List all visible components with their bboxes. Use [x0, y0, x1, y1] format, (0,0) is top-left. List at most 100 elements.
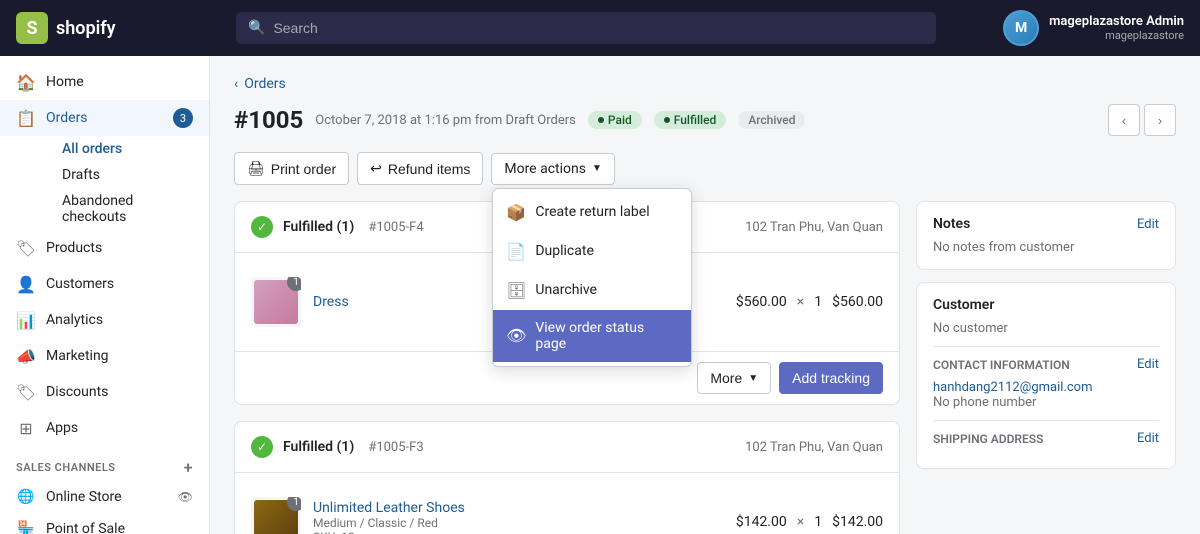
sidebar-item-pos[interactable]: 🏪 Point of Sale: [0, 513, 209, 534]
sidebar-label: Marketing: [46, 348, 109, 364]
fulfillment-2-id: #1005-F3: [368, 440, 423, 455]
user-name: mageplazastore Admin: [1049, 14, 1184, 29]
shopify-brand-name: shopify: [56, 18, 116, 39]
fulfilled-badge: Fulfilled: [654, 111, 727, 129]
item-details: Unlimited Leather Shoes Medium / Classic…: [313, 500, 465, 534]
add-sales-channel-icon[interactable]: +: [184, 458, 193, 477]
home-icon: 🏠: [16, 72, 36, 92]
item-price: $142.00: [736, 514, 787, 530]
notes-title: Notes: [933, 216, 970, 232]
sidebar-nav: 🏠 Home 📋 Orders 3 All orders Drafts Aban…: [0, 56, 209, 534]
refund-icon: ↩: [370, 160, 382, 177]
contact-phone: No phone number: [933, 395, 1159, 410]
sidebar-item-discounts[interactable]: 🏷 Discounts: [0, 374, 209, 410]
fulfillment-2-status: Fulfilled (1): [283, 439, 354, 455]
more-actions-button[interactable]: More actions ▼ 📦 Create return label 📄 D…: [491, 153, 615, 185]
create-return-label-item[interactable]: 📦 Create return label: [493, 193, 691, 232]
contact-info-section: hanhdang2112@gmail.com No phone number: [933, 380, 1159, 410]
sidebar-label: Apps: [46, 420, 78, 436]
refund-items-button[interactable]: ↩ Refund items: [357, 152, 483, 185]
return-label-icon: 📦: [507, 203, 525, 222]
breadcrumb[interactable]: ‹ Orders: [234, 76, 1176, 92]
nav-arrows: ‹ ›: [1108, 104, 1176, 136]
print-order-button[interactable]: 🖨 Print order: [234, 152, 349, 185]
orders-badge: 3: [173, 108, 193, 128]
sidebar-sub-item-drafts[interactable]: Drafts: [46, 162, 209, 188]
fulfillment-1-address: 102 Tran Phu, Van Quan: [745, 220, 883, 235]
customer-card: Customer No customer CONTACT INFORMATION…: [916, 282, 1176, 469]
right-panel: Notes Edit No notes from customer Custom…: [916, 201, 1176, 534]
contact-info-edit-button[interactable]: Edit: [1137, 357, 1159, 372]
sidebar-label: Home: [46, 74, 84, 90]
customer-title: Customer: [933, 297, 994, 313]
search-icon: 🔍: [248, 20, 265, 36]
item-name[interactable]: Dress: [313, 294, 349, 310]
item-multiplier: ×: [797, 294, 804, 310]
divider: [933, 346, 1159, 347]
fulfillment-1-status: Fulfilled (1): [283, 219, 354, 235]
avatar: M: [1003, 10, 1039, 46]
unarchive-item[interactable]: 🗄 Unarchive: [493, 271, 691, 310]
fulfillment-card-2-body: 1 Unlimited Leather Shoes Medium / Class…: [235, 473, 899, 534]
search-input[interactable]: [273, 20, 924, 36]
action-bar: 🖨 Print order ↩ Refund items More action…: [234, 152, 1176, 185]
apps-icon: ⊞: [16, 418, 36, 438]
orders-icon: 📋: [16, 108, 36, 128]
item-variant: Medium / Classic / Red: [313, 516, 465, 530]
user-info: mageplazastore Admin mageplazastore: [1049, 14, 1184, 42]
sidebar-item-analytics[interactable]: 📊 Analytics: [0, 302, 209, 338]
channel-label: Online Store: [46, 489, 168, 505]
item-price: $560.00: [736, 294, 787, 310]
sidebar-label: Discounts: [46, 384, 108, 400]
fulfillment-card-2: ✓ Fulfilled (1) #1005-F3 102 Tran Phu, V…: [234, 421, 900, 534]
analytics-icon: 📊: [16, 310, 36, 330]
add-tracking-button[interactable]: Add tracking: [779, 362, 883, 394]
print-icon: 🖨: [247, 160, 265, 177]
more-actions-dropdown: 📦 Create return label 📄 Duplicate 🗄 Unar…: [492, 188, 692, 367]
user-area: M mageplazastore Admin mageplazastore: [1003, 10, 1184, 46]
prev-order-button[interactable]: ‹: [1108, 104, 1140, 136]
sidebar: 🏠 Home 📋 Orders 3 All orders Drafts Aban…: [0, 56, 210, 534]
channel-label: Point of Sale: [46, 521, 193, 534]
next-order-button[interactable]: ›: [1144, 104, 1176, 136]
view-status-icon: 👁: [507, 326, 525, 345]
item-qty: 1: [814, 294, 822, 310]
contact-email[interactable]: hanhdang2112@gmail.com: [933, 380, 1159, 395]
breadcrumb-label: Orders: [244, 76, 286, 92]
online-store-icon: 🌐: [16, 487, 36, 507]
sidebar-item-online-store[interactable]: 🌐 Online Store 👁: [0, 481, 209, 513]
eye-icon: 👁: [178, 490, 193, 504]
products-icon: 🏷: [16, 238, 36, 258]
archived-badge: Archived: [738, 111, 805, 129]
duplicate-item[interactable]: 📄 Duplicate: [493, 232, 691, 271]
shipping-address-title: SHIPPING ADDRESS: [933, 432, 1043, 446]
sidebar-item-products[interactable]: 🏷 Products: [0, 230, 209, 266]
sidebar-sub-item-all-orders[interactable]: All orders: [46, 136, 209, 162]
notes-edit-button[interactable]: Edit: [1137, 217, 1159, 232]
item-qty: 1: [814, 514, 822, 530]
fulfillment-card-2-header: ✓ Fulfilled (1) #1005-F3 102 Tran Phu, V…: [235, 422, 899, 473]
item-sku: SKU: 13: [313, 530, 465, 534]
shipping-address-edit-button[interactable]: Edit: [1137, 431, 1159, 446]
pos-icon: 🏪: [16, 519, 36, 534]
user-store: mageplazastore: [1049, 29, 1184, 42]
sidebar-item-orders[interactable]: 📋 Orders 3: [0, 100, 209, 136]
logo-area: S shopify: [16, 12, 216, 44]
search-bar[interactable]: 🔍: [236, 12, 936, 44]
sidebar-label: Orders: [46, 110, 88, 126]
discounts-icon: 🏷: [16, 382, 36, 402]
sidebar-item-customers[interactable]: 👤 Customers: [0, 266, 209, 302]
sidebar-item-apps[interactable]: ⊞ Apps: [0, 410, 209, 446]
item-name[interactable]: Unlimited Leather Shoes: [313, 500, 465, 516]
sidebar-item-home[interactable]: 🏠 Home: [0, 64, 209, 100]
breadcrumb-arrow-icon: ‹: [234, 76, 238, 92]
sidebar-sub-item-abandoned[interactable]: Abandoned checkouts: [46, 188, 209, 230]
paid-badge: Paid: [588, 111, 642, 129]
paid-badge-dot: [598, 117, 604, 123]
sidebar-item-marketing[interactable]: 📣 Marketing: [0, 338, 209, 374]
more-button[interactable]: More ▼: [697, 362, 771, 394]
view-order-status-item[interactable]: 👁 View order status page: [493, 310, 691, 362]
order-number: #1005: [234, 106, 303, 134]
chevron-down-icon: ▼: [748, 373, 758, 384]
customer-header: Customer: [933, 297, 1159, 313]
